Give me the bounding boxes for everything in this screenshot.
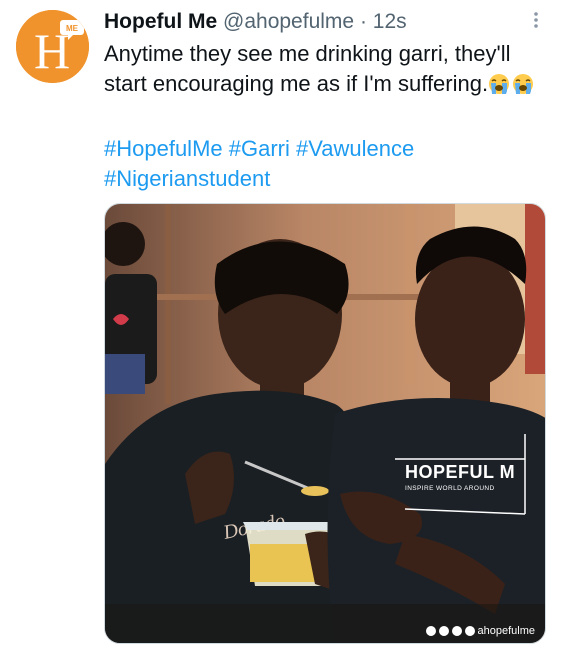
photo-illustration: Dorado [105, 204, 545, 643]
avatar[interactable]: H ME [16, 10, 89, 83]
shirt-brand-text: HOPEFUL M [405, 462, 516, 482]
hashtag-link[interactable]: #Nigerianstudent [104, 166, 270, 191]
tweet-body: Anytime they see me drinking garri, they… [104, 41, 511, 96]
user-handle[interactable]: @ahopefulme [223, 10, 354, 33]
linkedin-icon [464, 626, 475, 636]
loudly-crying-face-icon [512, 73, 534, 103]
photo-watermark: ahopefulme [425, 625, 536, 637]
hopeful-me-logo: H ME [16, 10, 89, 83]
tweet-photo[interactable]: Dorado HOPEFUL M INSPIRE WORLD AROUND ah… [104, 203, 546, 644]
facebook-icon [425, 626, 436, 636]
hashtags: #HopefulMe #Garri #Vawulence #Nigerianst… [104, 134, 544, 194]
shirt-tagline-text: INSPIRE WORLD AROUND [405, 485, 495, 492]
logo-badge: ME [66, 24, 79, 33]
timestamp[interactable]: 12s [373, 10, 407, 33]
tweet-text: Anytime they see me drinking garri, they… [104, 39, 544, 102]
display-name[interactable]: Hopeful Me [104, 10, 217, 33]
hashtag-link[interactable]: #HopefulMe [104, 136, 223, 161]
watermark-handle: ahopefulme [477, 625, 536, 637]
instagram-icon [451, 626, 462, 636]
hashtag-link[interactable]: #Vawulence [296, 136, 414, 161]
more-options-icon[interactable] [526, 10, 546, 30]
hashtag-link[interactable]: #Garri [229, 136, 290, 161]
twitter-icon [438, 626, 449, 636]
tweet-header: Hopeful Me @ahopefulme · 12s [104, 9, 407, 35]
loudly-crying-face-icon [488, 73, 510, 103]
separator: · [359, 10, 367, 33]
